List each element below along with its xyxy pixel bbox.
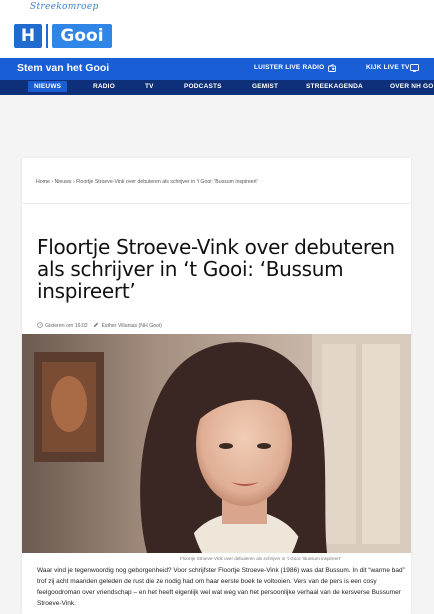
- nav-item-radio[interactable]: RADIO: [93, 83, 115, 90]
- pencil-icon: [94, 322, 99, 328]
- publish-time: Gisteren om 16:02: [45, 323, 88, 329]
- breadcrumb-divider: [22, 203, 411, 204]
- nav-item-tv[interactable]: TV: [145, 83, 154, 90]
- radio-bar: Stem van het Gooi LUISTER LIVE RADIO KIJ…: [0, 58, 434, 80]
- nav-item-podcasts[interactable]: PODCASTS: [184, 83, 222, 90]
- nav-item-gemist[interactable]: GEMIST: [252, 83, 278, 90]
- photo-caption: Floortje Stroeve-Vink over debuteren als…: [180, 556, 341, 561]
- nav-item-over[interactable]: OVER NH GO: [390, 83, 434, 90]
- region-logo[interactable]: Gooi: [52, 24, 112, 48]
- nav-item-nieuws[interactable]: NIEUWS: [28, 81, 68, 92]
- author[interactable]: Esther Villanias (NH Gooi): [101, 323, 161, 329]
- station-title[interactable]: Stem van het Gooi: [17, 62, 109, 74]
- tv-icon[interactable]: [410, 64, 419, 72]
- live-tv-link[interactable]: KIJK LIVE TV: [366, 64, 410, 71]
- breadcrumb-home[interactable]: Home: [36, 179, 50, 185]
- clock-icon: [37, 322, 43, 328]
- nh-logo-letter: H: [20, 26, 36, 46]
- main-nav: NIEUWS RADIO TV PODCASTS GEMIST STREEKAG…: [0, 80, 434, 95]
- article-meta: Gisteren om 16:02 Esther Villanias (NH G…: [37, 322, 162, 329]
- portrait-image: [22, 334, 411, 553]
- breadcrumb-nieuws[interactable]: Nieuws: [54, 179, 71, 185]
- article-photo: [22, 334, 411, 553]
- logo-tagline: Streekomroep: [30, 2, 99, 12]
- article-headline: Floortje Stroeve-Vink over debuteren als…: [37, 235, 395, 303]
- breadcrumb: Home › Nieuws › Floortje Stroeve-Vink ov…: [36, 179, 258, 185]
- article-body: Waar vind je tegenwoordig nog geborgenhe…: [37, 567, 405, 607]
- radio-icon[interactable]: [328, 64, 336, 72]
- nh-logo[interactable]: H: [14, 24, 42, 48]
- live-radio-link[interactable]: LUISTER LIVE RADIO: [254, 64, 324, 71]
- breadcrumb-current: Floortje Stroeve-Vink over debuteren als…: [76, 179, 258, 185]
- nav-item-streekagenda[interactable]: STREEKAGENDA: [306, 83, 363, 90]
- site-header: Streekomroep H Gooi: [0, 0, 434, 58]
- logo-divider: [46, 24, 48, 48]
